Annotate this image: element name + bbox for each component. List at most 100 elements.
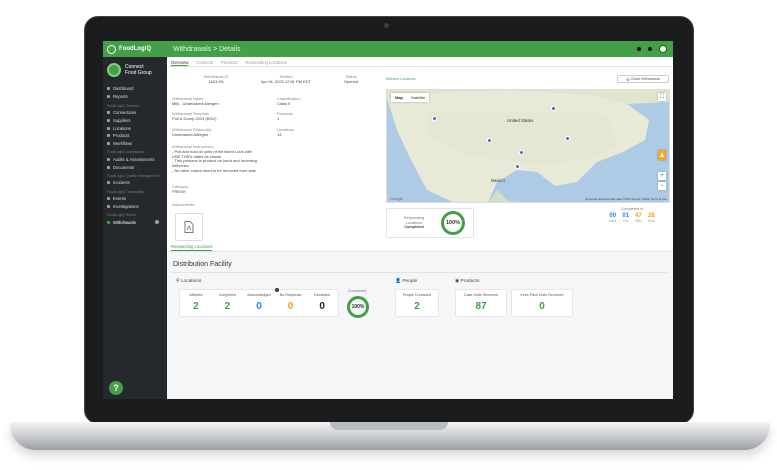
- responding-locations-card: Responding Locations Completed 100%: [386, 208, 474, 238]
- field-value: 13: [277, 131, 282, 137]
- tab-products[interactable]: Products: [221, 58, 238, 66]
- pdf-file-icon: [184, 221, 194, 233]
- sidebar-item-label: Locations: [113, 125, 131, 131]
- completed-percent-ring: 100%: [347, 296, 369, 318]
- suppliers-icon: [107, 118, 110, 122]
- help-button[interactable]: ?: [109, 381, 123, 395]
- field-value: Opened: [343, 78, 359, 84]
- map-type-toggle: Map Satellite: [391, 93, 430, 102]
- field-value: Class II: [277, 100, 291, 106]
- sidebar-item-dashboard[interactable]: Dashboard: [103, 85, 167, 93]
- field-value: Pull & Dump 2023 (BSO): [172, 115, 217, 121]
- sidebar-item-reports[interactable]: Reports: [103, 93, 167, 101]
- sidebar-item-documents[interactable]: Documents: [103, 163, 167, 171]
- sidebar-item-label: Investigations: [113, 203, 139, 209]
- close-withdrawal-button[interactable]: ⊗ Close Withdrawal: [617, 75, 669, 83]
- products-icon: [107, 134, 110, 138]
- stat-people-contacted: People Contacted 2: [402, 293, 432, 312]
- map-marker[interactable]: [432, 116, 437, 121]
- workflows-icon: [107, 142, 110, 146]
- template-field: Withdrawal Template Pull & Dump 2023 (BS…: [172, 111, 217, 122]
- field-value: Milk - Undeclared Allergen: [172, 100, 219, 106]
- org-switcher[interactable]: Connect Food Group: [103, 57, 167, 85]
- sidebar-item-audits[interactable]: Audits & Assessments: [103, 155, 167, 163]
- stat-inner-pack-units-removed: Inner-Pack Units Removed 0: [520, 293, 564, 312]
- street-view-pegman-icon[interactable]: ♟: [658, 150, 666, 160]
- sidebar-item-investigations[interactable]: Investigations: [103, 203, 167, 211]
- attachment-pdf[interactable]: [175, 213, 203, 241]
- responding-label-3: Completed: [404, 225, 424, 230]
- map-canvas: [387, 90, 669, 202]
- map-attribution[interactable]: Keyboard shortcuts Map data ©2023 Google…: [585, 197, 667, 201]
- map-marker[interactable]: [515, 164, 520, 169]
- sidebar-item-withdrawals[interactable]: Withdrawals: [103, 218, 167, 226]
- case-units-card: Case Units Removed 87: [455, 289, 507, 317]
- map-label-united-states: United States: [507, 118, 534, 123]
- tab-overview[interactable]: Overview: [171, 58, 189, 66]
- sidebar-item-label: Products: [113, 133, 130, 139]
- sidebar-item-incidents[interactable]: Incidents: [103, 179, 167, 187]
- field-label: Products: [277, 111, 293, 116]
- sidebar-item-suppliers[interactable]: Suppliers: [103, 116, 167, 124]
- timer-days: 00 Days: [609, 213, 617, 223]
- affected-locations-label: Affected Locations: [386, 77, 416, 81]
- stat-completed: Completed 2: [218, 293, 237, 312]
- org-logo-icon: [107, 63, 121, 77]
- timer-mins: 47 Mins: [635, 213, 642, 223]
- fullscreen-icon[interactable]: ⛶: [658, 93, 666, 101]
- sidebar-item-products[interactable]: Products: [103, 132, 167, 140]
- sidebar-item-events[interactable]: Events: [103, 195, 167, 203]
- reports-icon: [107, 95, 110, 99]
- map-label-mexico: Mexico: [491, 178, 505, 183]
- tab-responding-locations-lower[interactable]: Responding Locations: [171, 244, 213, 251]
- map-toggle-map[interactable]: Map: [391, 93, 407, 102]
- tab-contacts[interactable]: Contacts: [196, 58, 213, 66]
- map-marker[interactable]: [551, 106, 556, 111]
- status-field: Status Opened: [331, 74, 371, 85]
- sidebar-item-workflows[interactable]: Workflows: [103, 140, 167, 148]
- withdrawals-icon: [107, 220, 110, 224]
- map-toggle-satellite[interactable]: Satellite: [407, 93, 429, 102]
- sidebar-item-label: Documents: [113, 164, 135, 170]
- timer-secs: 28 Secs: [647, 213, 655, 223]
- map-marker[interactable]: [565, 136, 570, 141]
- products-count-field: Products 1: [277, 111, 293, 122]
- stat-no-response: No Response 0: [279, 293, 302, 312]
- sidebar-item-label: Withdrawals: [113, 219, 136, 225]
- sidebar-item-locations[interactable]: Locations: [103, 124, 167, 132]
- timer-hrs: 01 Hrs: [622, 213, 630, 223]
- field-value: Apr 04, 2023 12:51 PM EDT: [260, 78, 312, 84]
- expand-icon[interactable]: [155, 220, 159, 225]
- divider: [171, 272, 667, 273]
- completed-ring-label: Completed: [347, 289, 367, 293]
- laptop-notch: [330, 422, 448, 430]
- people-heading: 👤 People: [395, 279, 418, 284]
- user-avatar[interactable]: [659, 45, 667, 53]
- stat-case-units-removed: Case Units Removed 87: [464, 293, 498, 312]
- audits-icon: [107, 157, 110, 161]
- tab-responding-locations[interactable]: Responding Locations: [246, 58, 287, 66]
- classification-field: Classification Class II: [277, 96, 301, 107]
- sidebar-item-label: Events: [113, 196, 126, 202]
- stat-affected: Affected 2: [189, 293, 203, 312]
- category-field: Category FRESH: [172, 184, 188, 195]
- zoom-in-button[interactable]: +: [658, 172, 666, 180]
- zoom-out-button[interactable]: −: [658, 182, 666, 190]
- sidebar-section-recall: FoodLogiQ Recall: [107, 213, 136, 218]
- inner-pack-card: Inner-Pack Units Removed 0: [511, 289, 573, 317]
- sidebar-section-connect: FoodLogiQ Connect: [107, 103, 140, 108]
- map-marker[interactable]: [519, 150, 524, 155]
- sidebar-item-connections[interactable]: Connections: [103, 109, 167, 117]
- info-icon[interactable]: i: [275, 288, 279, 292]
- top-bar: Withdrawals > Details: [167, 41, 673, 57]
- stat-escalated: Escalated 0: [314, 293, 331, 312]
- sidebar-section-compliance: FoodLogiQ Compliance: [107, 150, 145, 155]
- notifications-icon[interactable]: [637, 47, 641, 51]
- affected-locations-map[interactable]: Map Satellite ⛶ ♟ + − United States Mexi…: [386, 89, 670, 203]
- settings-gear-icon[interactable]: [648, 47, 652, 51]
- map-marker[interactable]: [487, 138, 492, 143]
- stat-acknowledged: Acknowledged 0: [247, 293, 271, 312]
- products-heading: ◉ Products: [455, 279, 480, 284]
- webcam: [384, 23, 389, 28]
- brand-bar[interactable]: FoodLogiQ: [103, 41, 167, 57]
